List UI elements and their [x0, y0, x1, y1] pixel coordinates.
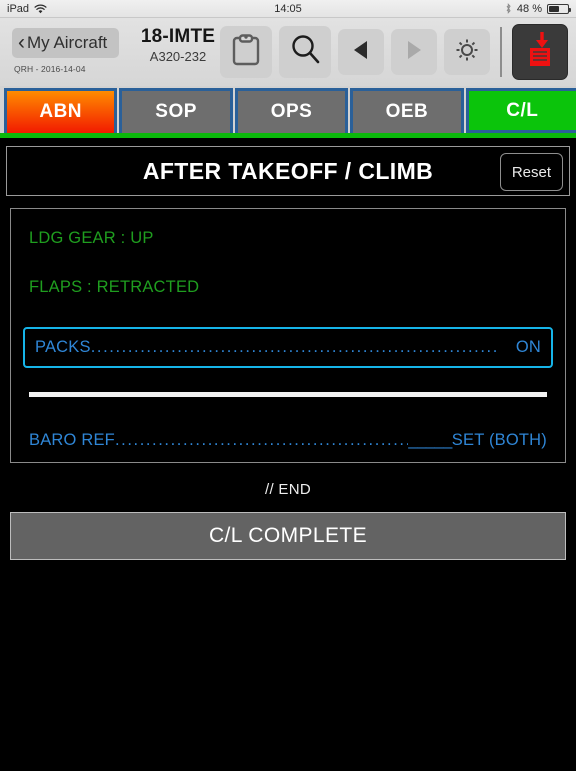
toolbar-left-group: ‹ My Aircraft QRH - 2016-14-04 18-IMTE A…	[6, 18, 216, 86]
checklist-title-bar: AFTER TAKEOFF / CLIMB Reset	[6, 146, 570, 196]
checklist-item-label: BARO REF	[29, 431, 115, 450]
checklist-complete-button[interactable]: C/L COMPLETE	[10, 512, 566, 560]
gear-icon	[453, 36, 481, 69]
section-tab-bar: ABN SOP OPS OEB C/L	[0, 86, 576, 138]
qrh-revision-label: QRH - 2016-14-04	[14, 64, 86, 74]
load-document-button[interactable]	[512, 24, 568, 80]
checklist-item-value: ON	[516, 338, 541, 357]
tab-abn-label: ABN	[39, 101, 82, 123]
checklist-item-text: LDG GEAR : UP	[29, 229, 154, 247]
fill-in-blank[interactable]: _____	[408, 431, 451, 450]
reset-button-label: Reset	[512, 164, 551, 181]
checklist-progress-divider	[29, 392, 547, 397]
back-to-my-aircraft-button[interactable]: ‹ My Aircraft	[12, 28, 119, 58]
aircraft-identity: 18-IMTE A320-232	[118, 26, 238, 64]
page-title: AFTER TAKEOFF / CLIMB	[143, 158, 433, 185]
dot-leader: ........................................…	[91, 338, 516, 357]
tab-cl-label: C/L	[506, 100, 538, 122]
search-icon	[289, 33, 322, 71]
arrow-left-icon	[351, 39, 371, 66]
device-name: iPad	[7, 3, 29, 15]
next-button[interactable]	[391, 29, 437, 75]
ios-status-bar: iPad 14:05 48 %	[0, 0, 576, 18]
aircraft-registration: 18-IMTE	[118, 26, 238, 48]
reset-button[interactable]: Reset	[500, 153, 563, 191]
checklist-item-baro-ref[interactable]: BARO REF ...............................…	[29, 431, 547, 450]
checklist-end-marker: // END	[0, 481, 576, 498]
previous-button[interactable]	[338, 29, 384, 75]
app-toolbar: ‹ My Aircraft QRH - 2016-14-04 18-IMTE A…	[0, 18, 576, 86]
status-bar-right: 48 %	[505, 3, 569, 15]
checklist-item-text: FLAPS : RETRACTED	[29, 278, 199, 296]
wifi-icon	[34, 4, 47, 14]
checklist-complete-label: C/L COMPLETE	[209, 524, 367, 548]
aircraft-type: A320-232	[118, 49, 238, 64]
search-button[interactable]	[279, 26, 331, 78]
status-bar-left: iPad	[7, 3, 47, 15]
tab-sop[interactable]: SOP	[119, 88, 232, 133]
battery-percent-label: 48 %	[517, 3, 542, 15]
checklist-content: AFTER TAKEOFF / CLIMB Reset LDG GEAR : U…	[0, 146, 576, 771]
tab-ops-label: OPS	[271, 101, 313, 123]
toolbar-right-group	[220, 24, 570, 80]
tab-oeb-label: OEB	[386, 101, 429, 123]
status-bar-clock: 14:05	[0, 3, 576, 15]
tab-ops[interactable]: OPS	[235, 88, 348, 133]
checklist-item-flaps[interactable]: FLAPS : RETRACTED	[29, 278, 547, 297]
toolbar-divider	[500, 27, 502, 77]
checklist-item-value: SET (BOTH)	[452, 431, 547, 450]
checklist-item-packs[interactable]: PACKS ..................................…	[23, 327, 553, 368]
checklist-item-ldg-gear[interactable]: LDG GEAR : UP	[29, 229, 547, 248]
document-download-icon	[522, 30, 558, 75]
settings-button[interactable]	[444, 29, 490, 75]
chevron-left-icon: ‹	[18, 32, 25, 53]
checklist-item-label: PACKS	[35, 338, 91, 357]
tab-abn[interactable]: ABN	[4, 88, 117, 133]
battery-icon	[547, 4, 569, 14]
checklist-items-container: LDG GEAR : UP FLAPS : RETRACTED PACKS ..…	[10, 208, 566, 463]
tab-oeb[interactable]: OEB	[350, 88, 463, 133]
bluetooth-icon	[505, 3, 512, 14]
dot-leader: ........................................…	[115, 431, 408, 450]
back-button-label: My Aircraft	[27, 33, 107, 53]
arrow-right-icon	[404, 39, 424, 66]
tab-cl[interactable]: C/L	[466, 88, 576, 133]
tab-sop-label: SOP	[155, 101, 197, 123]
